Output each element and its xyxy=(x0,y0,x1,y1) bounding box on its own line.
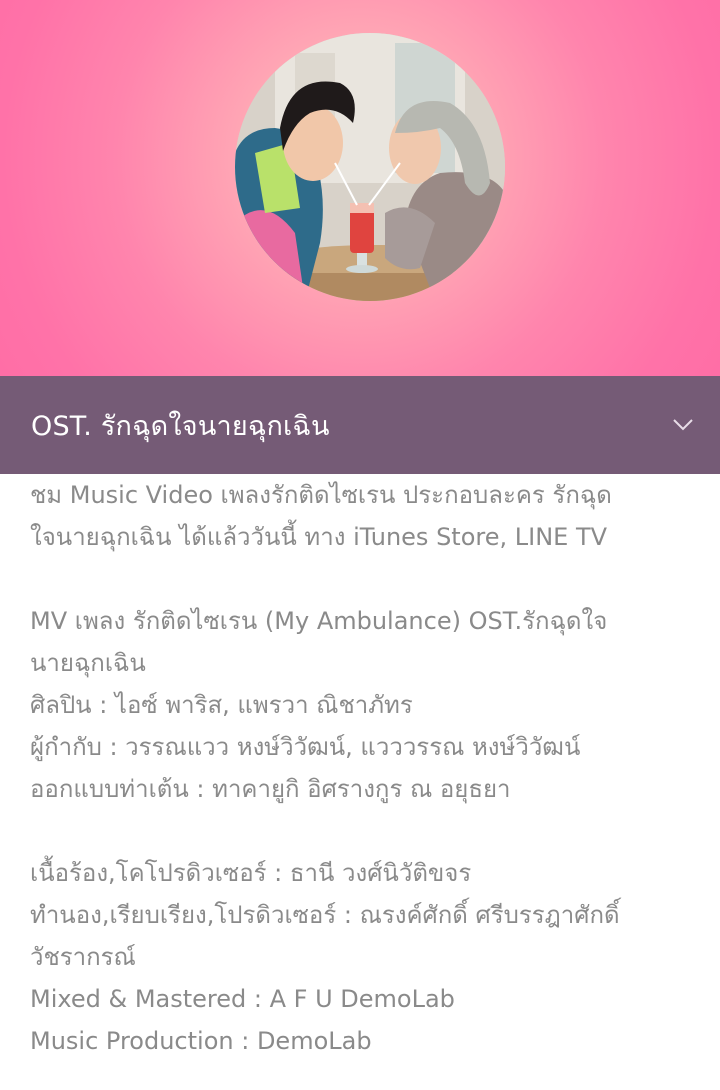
chevron-down-icon[interactable] xyxy=(670,412,696,438)
description-line: ผู้กำกับ : วรรณแวว หงษ์วิวัฒน์, แวววรรณ … xyxy=(30,733,581,761)
description-line: ศิลปิน : ไอซ์ พาริส, แพรวา ณิชาภัทร xyxy=(30,691,413,719)
description-line: เนื้อร้อง,โคโปรดิวเซอร์ : ธานี วงศ์นิวัต… xyxy=(30,859,472,887)
description-line: Music Production : DemoLab xyxy=(30,1027,372,1055)
header-background xyxy=(0,0,720,376)
description-line: วัชรากรณ์ xyxy=(30,943,136,971)
title-bar[interactable]: OST. รักฉุดใจนายฉุกเฉิน xyxy=(0,376,720,474)
mv-thumbnail-image xyxy=(235,33,505,301)
description-line: MV เพลง รักติดไซเรน (My Ambulance) OST.ร… xyxy=(30,607,608,635)
description-line: นายฉุกเฉิน xyxy=(30,649,146,677)
description-line: Mixed & Mastered : A F U DemoLab xyxy=(30,985,455,1013)
description-line: ทำนอง,เรียบเรียง,โปรดิวเซอร์ : ณรงค์ศักด… xyxy=(30,901,620,929)
description-line: ใจนายฉุกเฉิน ได้แล้ววันนี้ ทาง iTunes St… xyxy=(30,523,608,551)
description-text: ชม Music Video เพลงรักติดไซเรน ประกอบละค… xyxy=(30,474,700,1062)
description-line: ออกแบบท่าเต้น : ทาคายูกิ อิศรางกูร ณ อยุ… xyxy=(30,775,511,803)
description-line: ชม Music Video เพลงรักติดไซเรน ประกอบละค… xyxy=(30,481,612,509)
page-title: OST. รักฉุดใจนายฉุกเฉิน xyxy=(31,410,330,442)
